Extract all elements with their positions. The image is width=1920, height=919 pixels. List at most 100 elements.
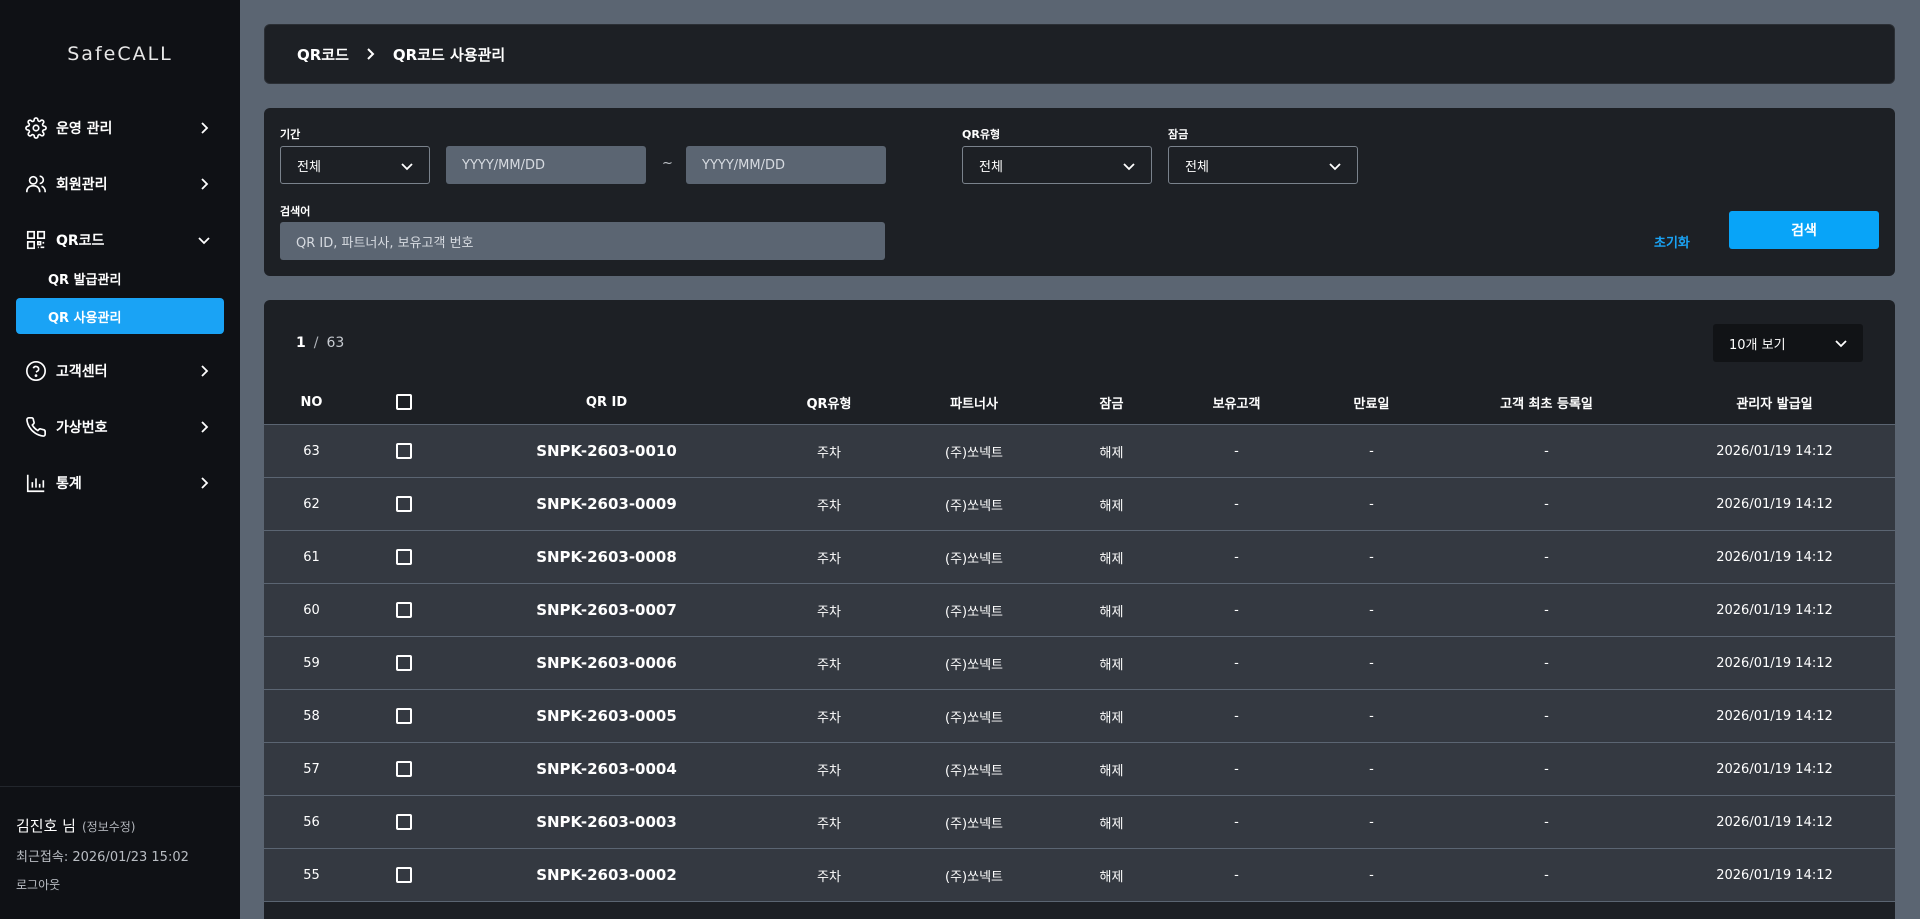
row-qr-id: SNPK-2603-0003 [536, 813, 677, 831]
table-row[interactable]: 58 SNPK-2603-0005 주차 (주)쏘넥트 해제 - - - 2026/01/19 … [264, 690, 1895, 743]
row-no: 57 [303, 761, 320, 777]
row-checkbox[interactable] [396, 496, 412, 512]
page-size-select[interactable]: 10개 보기 [1713, 324, 1863, 362]
chevron-right-icon [196, 120, 212, 136]
header-issued[interactable]: 관리자 발급일 [1654, 380, 1895, 424]
row-first-registered: - [1544, 549, 1549, 565]
qrtype-select[interactable]: 전체 [962, 146, 1152, 184]
row-lock: 해제 [1099, 604, 1124, 620]
row-checkbox[interactable] [396, 708, 412, 724]
header-partner[interactable]: 파트너사 [894, 380, 1054, 424]
row-customer: - [1234, 496, 1239, 512]
row-customer: - [1234, 761, 1239, 777]
user-info: 김진호 님 (정보수정) 최근접속: 2026/01/23 15:02 로그아웃 [0, 786, 240, 919]
lock-select[interactable]: 전체 [1168, 146, 1358, 184]
row-qr-id: SNPK-2603-0007 [536, 601, 677, 619]
reset-button[interactable]: 초기화 [1654, 222, 1690, 260]
row-checkbox[interactable] [396, 549, 412, 565]
row-checkbox[interactable] [396, 761, 412, 777]
row-checkbox[interactable] [396, 814, 412, 830]
qr-code-icon [24, 228, 48, 252]
start-date-input[interactable]: YYYY/MM/DD [446, 146, 646, 184]
row-expiry: - [1369, 708, 1374, 724]
edit-profile-link[interactable]: (정보수정) [82, 820, 136, 834]
breadcrumb: QR코드 QR코드 사용관리 [264, 24, 1895, 84]
logout-link[interactable]: 로그아웃 [16, 876, 60, 893]
sidebar-item-support[interactable]: 고객센터 [0, 351, 240, 391]
row-customer: - [1234, 814, 1239, 830]
row-customer: - [1234, 867, 1239, 883]
row-issued: 2026/01/19 14:12 [1716, 496, 1833, 512]
row-partner: (주)쏘넥트 [945, 763, 1003, 779]
row-qr-id: SNPK-2603-0008 [536, 548, 677, 566]
header-lock[interactable]: 잠금 [1054, 380, 1169, 424]
row-checkbox-cell [359, 849, 449, 901]
header-no[interactable]: NO [264, 380, 359, 424]
row-expiry: - [1369, 655, 1374, 671]
sidebar-item-label: 통계 [56, 476, 82, 492]
sidebar-item-statistics[interactable]: 통계 [0, 463, 240, 503]
header-qr-type[interactable]: QR유형 [764, 380, 894, 424]
row-customer: - [1234, 443, 1239, 459]
header-qr-id[interactable]: QR ID [449, 380, 764, 424]
row-customer: - [1234, 708, 1239, 724]
table-row[interactable]: 57 SNPK-2603-0004 주차 (주)쏘넥트 해제 - - - 2026/01/19 … [264, 743, 1895, 796]
page-size-value: 10개 보기 [1729, 337, 1786, 353]
bar-chart-icon [24, 471, 48, 495]
row-checkbox[interactable] [396, 443, 412, 459]
row-qr-id: SNPK-2603-0002 [536, 866, 677, 884]
row-checkbox[interactable] [396, 655, 412, 671]
row-checkbox-cell [359, 425, 449, 477]
keyword-search-input[interactable]: QR ID, 파트너사, 보유고객 번호 [280, 222, 885, 260]
row-lock: 해제 [1099, 710, 1124, 726]
sidebar-item-members[interactable]: 회원관리 [0, 164, 240, 204]
row-no: 59 [303, 655, 320, 671]
table-row[interactable]: 56 SNPK-2603-0003 주차 (주)쏘넥트 해제 - - - 2026/01/19 … [264, 796, 1895, 849]
row-partner: (주)쏘넥트 [945, 710, 1003, 726]
table-row[interactable]: 61 SNPK-2603-0008 주차 (주)쏘넥트 해제 - - - 2026/01/19 … [264, 531, 1895, 584]
row-checkbox[interactable] [396, 867, 412, 883]
total-pages: 63 [326, 335, 345, 351]
breadcrumb-parent[interactable]: QR코드 [297, 44, 349, 65]
table-row[interactable]: 63 SNPK-2603-0010 주차 (주)쏘넥트 해제 - - - 2026/01/19 … [264, 425, 1895, 478]
chevron-right-icon [196, 176, 212, 192]
row-checkbox-cell [359, 584, 449, 636]
sidebar-item-qrcode[interactable]: QR코드 [0, 220, 240, 260]
row-first-registered: - [1544, 443, 1549, 459]
header-customer[interactable]: 보유고객 [1169, 380, 1304, 424]
row-expiry: - [1369, 496, 1374, 512]
search-button[interactable]: 검색 [1729, 211, 1879, 249]
row-first-registered: - [1544, 867, 1549, 883]
sidebar-subitem-qr-usage[interactable]: QR 사용관리 [16, 298, 224, 334]
end-date-input[interactable]: YYYY/MM/DD [686, 146, 886, 184]
table-row[interactable]: 62 SNPK-2603-0009 주차 (주)쏘넥트 해제 - - - 2026/01/19 … [264, 478, 1895, 531]
sidebar-subitem-qr-issue[interactable]: QR 발급관리 [16, 260, 224, 296]
sidebar-item-label: 고객센터 [56, 364, 108, 380]
header-first-registered[interactable]: 고객 최초 등록일 [1439, 380, 1654, 424]
date-range-tilde: ~ [662, 156, 673, 171]
sidebar-item-operations[interactable]: 운영 관리 [0, 108, 240, 148]
table-row[interactable]: 59 SNPK-2603-0006 주차 (주)쏘넥트 해제 - - - 2026/01/19 … [264, 637, 1895, 690]
row-qr-type: 주차 [817, 604, 841, 620]
row-checkbox[interactable] [396, 602, 412, 618]
lock-select-value: 전체 [1185, 159, 1209, 175]
row-checkbox-cell [359, 637, 449, 689]
select-all-checkbox[interactable] [396, 394, 412, 410]
row-no: 63 [303, 443, 320, 459]
row-lock: 해제 [1099, 816, 1124, 832]
sidebar-item-virtual-number[interactable]: 가상번호 [0, 407, 240, 447]
row-lock: 해제 [1099, 657, 1124, 673]
keyword-label: 검색어 [280, 205, 311, 218]
header-expiry[interactable]: 만료일 [1304, 380, 1439, 424]
row-expiry: - [1369, 443, 1374, 459]
row-customer: - [1234, 602, 1239, 618]
phone-icon [24, 415, 48, 439]
header-checkbox-cell [359, 380, 449, 424]
row-lock: 해제 [1099, 551, 1124, 567]
row-first-registered: - [1544, 655, 1549, 671]
table-row[interactable]: 55 SNPK-2603-0002 주차 (주)쏘넥트 해제 - - - 2026/01/19 … [264, 849, 1895, 902]
period-select[interactable]: 전체 [280, 146, 430, 184]
row-expiry: - [1369, 549, 1374, 565]
app-logo[interactable]: SafeCALL [0, 43, 240, 65]
table-row[interactable]: 60 SNPK-2603-0007 주차 (주)쏘넥트 해제 - - - 2026/01/19 … [264, 584, 1895, 637]
